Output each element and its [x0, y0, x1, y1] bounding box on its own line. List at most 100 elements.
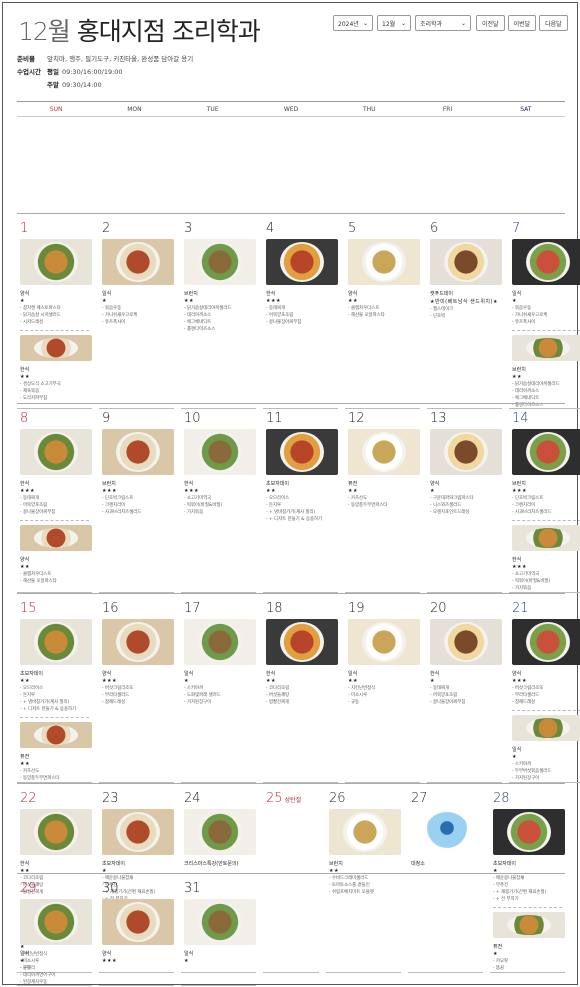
day-cell[interactable]: 13 양식 ★ - 구운대파와크림파스타 - 니스와즈샐러드 - 오렌지포인트드레싱: [427, 404, 502, 593]
month-select[interactable]: 12월 ⌄: [377, 15, 411, 31]
day-cell[interactable]: 17 일식 ★ - 스키야끼 - 도화빛파래 샐러드 - 가지된장구이: [181, 594, 256, 783]
day-number: 28: [493, 791, 565, 806]
dish-photo[interactable]: [184, 809, 256, 855]
menu-category: 초보자데이: [493, 861, 517, 867]
day-cell[interactable]: 21 양식 ★★★ - 버섯크림리조또 - 부라타샐러드 - 참깨드레싱 일식 ★ - 스키야끼…: [509, 594, 580, 783]
month-select-value: 12월: [382, 20, 396, 28]
holiday-label: 성탄절: [284, 797, 302, 804]
dish-plate: [116, 242, 160, 282]
menu-item: - 카츠산도: [348, 496, 368, 501]
day-cell[interactable]: 5 양식 ★★ - 클램차우더스프 - 해산물 오일파스타: [345, 214, 420, 409]
day-cell[interactable]: 16 양식 ★★★ - 버섯크림리조또 - 부라타샐러드 - 참깨드레싱: [99, 594, 174, 783]
menu-item: - 오므라이스: [266, 496, 290, 501]
day-cell[interactable]: 12 퓨전 ★★ - 카츠산도 - 동양풍두부면파스타: [345, 404, 420, 593]
day-cell[interactable]: 29 일식 ★ - 돈부리 - 데리야끼연어구이 - 된장계지우동: [17, 874, 92, 986]
day-cell[interactable]: 2 일식 ★ - 볶음우동 - 가니쉬새우고로케 - 유즈폭사이: [99, 214, 174, 409]
day-cell[interactable]: 15 초보자데이 ★★ - 오므라이스 - 돈지루 - + 냉바칭가기(계사 칠리) - +…: [17, 594, 92, 783]
day-cell[interactable]: 8 한식 ★★★ - 동태찌개 - 어묵양포조림 - 콩나물장아찌무침 양식 ★★ - 클램차우…: [17, 404, 92, 593]
next-month-button[interactable]: 다음달: [539, 15, 568, 31]
dish-photo[interactable]: [430, 239, 502, 285]
prev-month-button[interactable]: 이전달: [476, 15, 505, 31]
difficulty-stars: ★★: [20, 678, 30, 684]
day-cell[interactable]: 9 브런치 ★★★ - 단호박크림스프 - 크렌치라이 - 사과브리치즈샐러드: [99, 404, 174, 593]
difficulty-stars: ★★★: [512, 564, 527, 570]
menu-item: - 동태찌개: [20, 496, 40, 501]
dish-photo[interactable]: [102, 239, 174, 285]
dish-photo[interactable]: [20, 809, 92, 855]
current-month-button[interactable]: 이번달: [507, 15, 537, 31]
day-cell[interactable]: 31 일식 ★: [181, 874, 256, 986]
day-number: 19: [348, 601, 420, 616]
day-number-text: 17: [184, 601, 201, 616]
dish-photo[interactable]: [512, 619, 580, 665]
dish-photo[interactable]: [266, 239, 338, 285]
dish-photo[interactable]: [20, 239, 92, 285]
dish-photo[interactable]: [184, 899, 256, 945]
dish-photo[interactable]: [512, 239, 580, 285]
menu-item: - 떡볶이(바질&바질): [512, 579, 551, 584]
dish-photo[interactable]: [512, 335, 580, 361]
dish-photo[interactable]: [266, 429, 338, 475]
dish-photo[interactable]: [102, 809, 174, 855]
dish-photo[interactable]: [102, 429, 174, 475]
dish-photo[interactable]: [20, 335, 92, 361]
day-number-text: 21: [512, 601, 529, 616]
menu-item: - 니스와즈샐러드: [430, 503, 462, 508]
menu-items: - 볶음우동 - 가니쉬새우고로케 - 유즈폭사이: [512, 305, 580, 326]
dish-plate: [526, 432, 570, 472]
weekday-thu: THU: [362, 106, 376, 113]
menu-items: - 단호박크림스프 - 크렌치라이 - 사과브리치즈샐러드: [512, 495, 580, 516]
dish-photo[interactable]: [266, 619, 338, 665]
cell-bottom-line: [17, 985, 92, 986]
dish-photo[interactable]: [20, 899, 92, 945]
day-cell[interactable]: 30 양식 ★★★: [99, 874, 174, 986]
day-cell[interactable]: 1 양식 ★ - 참치캔 페스토파스타 - 닭가슴살 시저샐러드 - 시저드레싱 한식 ★★ -…: [17, 214, 92, 409]
dish-photo[interactable]: [430, 619, 502, 665]
year-select-value: 2024년: [338, 20, 359, 28]
day-cell[interactable]: 20 한식 ★ - 동태찌개 - 어묵양포조림 - 콩나물장아찌무침: [427, 594, 502, 783]
dish-photo[interactable]: [329, 809, 401, 855]
dish-photo[interactable]: [348, 429, 420, 475]
day-cell[interactable]: 18 한식 ★★ - 코다리조림 - 버섯들깨탕 - 밤빵전찌게: [263, 594, 338, 783]
dish-plate: [34, 622, 78, 662]
day-cell[interactable]: 10 한식 ★★★ - 소고기미역국 - 떡볶이(바질&바질) - 가지볶음: [181, 404, 256, 593]
chevron-down-icon: ⌄: [460, 19, 466, 27]
dish-plate: [343, 812, 387, 852]
dish-photo[interactable]: [411, 809, 483, 855]
dish-photo[interactable]: [348, 239, 420, 285]
dish-photo[interactable]: [512, 525, 580, 551]
day-cell[interactable]: 3 브런치 ★★ - 닭가슴살데리야끼샐러드 - 데리야끼소스 - 에그베네딕트 - 홀랜다…: [181, 214, 256, 409]
day-cell[interactable]: 4 한식 ★★★ - 동태찌개 - 어묵양포조림 - 콩나물장아찌무침: [263, 214, 338, 409]
day-cell[interactable]: 14 브런치 ★★★ - 단호박크림스프 - 크렌치라이 - 사과브리치즈샐러드 한식 ★★★…: [509, 404, 580, 593]
dish-plate: [116, 812, 160, 852]
day-cell[interactable]: 7 일식 ★ - 볶음우동 - 가니쉬새우고로케 - 유즈폭사이 브런치 ★★ - 닭가슴살데리…: [509, 214, 580, 409]
dish-plate: [526, 242, 570, 282]
dish-photo[interactable]: [184, 619, 256, 665]
dish-photo[interactable]: [430, 429, 502, 475]
dish-photo[interactable]: [348, 619, 420, 665]
day-number-text: 2: [102, 221, 111, 236]
day-cell[interactable]: 11 초보자데이 ★★ - 오므라이스 - 돈지루 - + 냉바칭가기(계사 칠리) - +…: [263, 404, 338, 593]
day-cell[interactable]: 19 일식 ★★ - 치킨난반정식 - 미소시루 - 규동: [345, 594, 420, 783]
menu-item: - 돈부리: [20, 966, 36, 971]
difficulty-stars: ★: [184, 958, 189, 964]
day-cell[interactable]: 6 캣푸드데이 ★반미(베트남식 샌드위치)★ - 햄스테이크 - 단호박: [427, 214, 502, 409]
dish-photo[interactable]: [102, 619, 174, 665]
dish-photo[interactable]: [20, 429, 92, 475]
dish-photo[interactable]: [512, 429, 580, 475]
dish-photo[interactable]: [20, 722, 92, 748]
day-number-text: 26: [329, 791, 346, 806]
course-select[interactable]: 조리학과 ⌄: [415, 15, 471, 31]
menu-item: - 콩나물장아찌무침: [266, 320, 302, 325]
dish-photo[interactable]: [493, 809, 565, 855]
dish-photo[interactable]: [20, 525, 92, 551]
dish-photo[interactable]: [184, 239, 256, 285]
year-select[interactable]: 2024년 ⌄: [333, 15, 373, 31]
dish-photo[interactable]: [184, 429, 256, 475]
dish-photo[interactable]: [20, 619, 92, 665]
menu-item: - 닭가슴살데리야끼샐러드: [184, 306, 232, 311]
dish-photo[interactable]: [102, 899, 174, 945]
dish-photo[interactable]: [512, 715, 580, 741]
menu-category: 일식: [20, 951, 30, 957]
day-number: 27: [411, 791, 483, 806]
